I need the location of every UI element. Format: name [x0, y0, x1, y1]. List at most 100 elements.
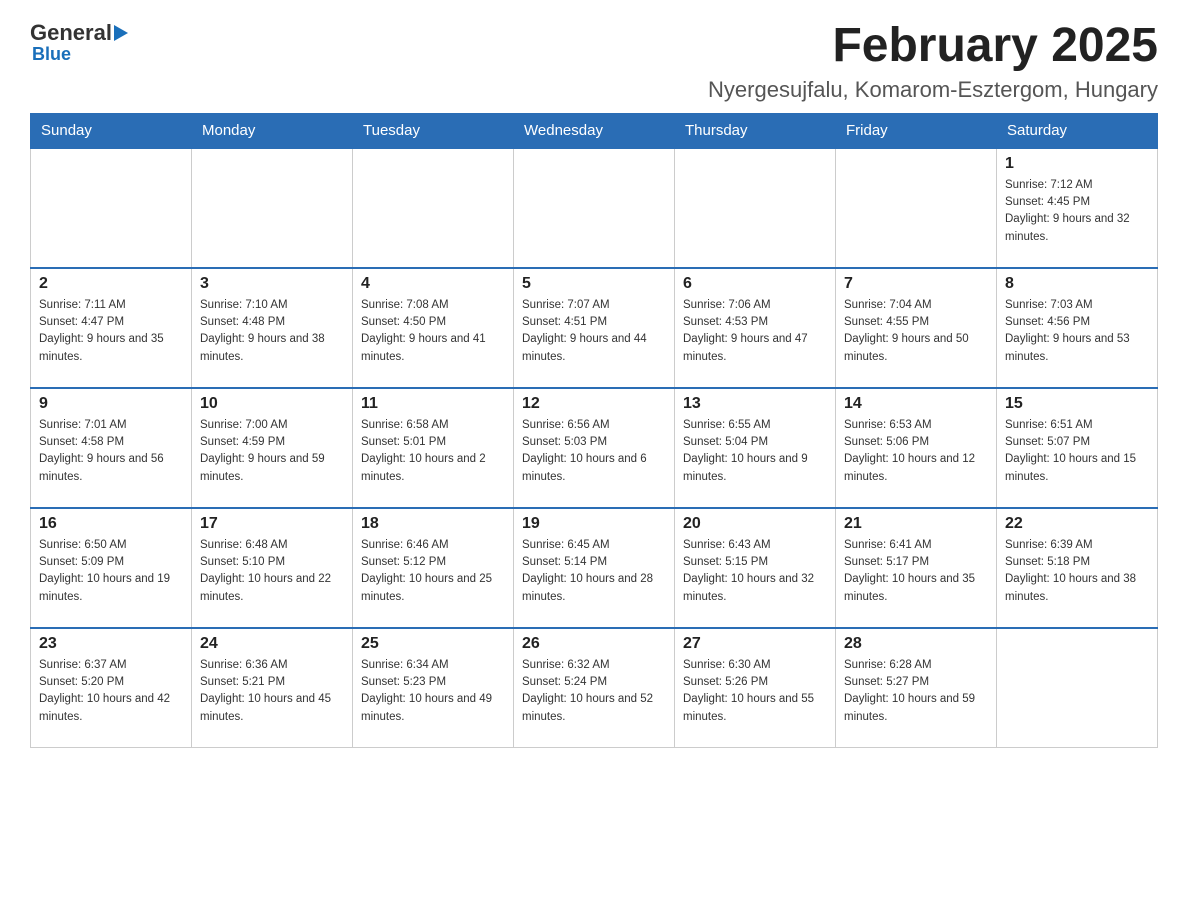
day-number: 18 — [361, 515, 505, 533]
day-info: Sunrise: 6:56 AMSunset: 5:03 PMDaylight:… — [522, 417, 666, 486]
day-info: Sunrise: 6:37 AMSunset: 5:20 PMDaylight:… — [39, 657, 183, 726]
calendar-week-4: 16 Sunrise: 6:50 AMSunset: 5:09 PMDayligh… — [31, 508, 1158, 628]
calendar-cell: 7Sunrise: 7:04 AMSunset: 4:55 PMDaylight… — [836, 268, 997, 388]
calendar-cell: 25 Sunrise: 6:34 AMSunset: 5:23 PMDayligh… — [353, 628, 514, 748]
calendar-cell: 26 Sunrise: 6:32 AMSunset: 5:24 PMDayligh… — [514, 628, 675, 748]
day-info: Sunrise: 7:08 AMSunset: 4:50 PMDaylight:… — [361, 297, 505, 366]
calendar-cell: 23 Sunrise: 6:37 AMSunset: 5:20 PMDayligh… — [31, 628, 192, 748]
logo-arrow-icon — [114, 20, 128, 46]
day-number: 28 — [844, 635, 988, 653]
day-number: 9 — [39, 395, 183, 413]
calendar-cell: 16 Sunrise: 6:50 AMSunset: 5:09 PMDayligh… — [31, 508, 192, 628]
day-number: 7 — [844, 275, 988, 293]
location-title: Nyergesujfalu, Komarom-Esztergom, Hungar… — [708, 77, 1158, 103]
day-info: Sunrise: 6:48 AMSunset: 5:10 PMDaylight:… — [200, 537, 344, 606]
calendar-cell: 13 Sunrise: 6:55 AMSunset: 5:04 PMDayligh… — [675, 388, 836, 508]
day-number: 6 — [683, 275, 827, 293]
day-number: 8 — [1005, 275, 1149, 293]
day-info: Sunrise: 7:03 AMSunset: 4:56 PMDaylight:… — [1005, 297, 1149, 366]
calendar-cell: 5Sunrise: 7:07 AMSunset: 4:51 PMDaylight… — [514, 268, 675, 388]
calendar-cell — [836, 148, 997, 268]
day-info: Sunrise: 6:55 AMSunset: 5:04 PMDaylight:… — [683, 417, 827, 486]
logo-general: General — [30, 20, 112, 46]
calendar-cell — [997, 628, 1158, 748]
calendar-cell: 27 Sunrise: 6:30 AMSunset: 5:26 PMDayligh… — [675, 628, 836, 748]
month-title: February 2025 — [708, 20, 1158, 73]
calendar-cell: 9 Sunrise: 7:01 AMSunset: 4:58 PMDaylight… — [31, 388, 192, 508]
calendar-cell: 21 Sunrise: 6:41 AMSunset: 5:17 PMDayligh… — [836, 508, 997, 628]
day-number: 12 — [522, 395, 666, 413]
day-info: Sunrise: 6:53 AMSunset: 5:06 PMDaylight:… — [844, 417, 988, 486]
calendar-cell: 4 Sunrise: 7:08 AMSunset: 4:50 PMDaylight… — [353, 268, 514, 388]
calendar-cell: 11 Sunrise: 6:58 AMSunset: 5:01 PMDayligh… — [353, 388, 514, 508]
calendar-cell: 20 Sunrise: 6:43 AMSunset: 5:15 PMDayligh… — [675, 508, 836, 628]
calendar-cell: 24 Sunrise: 6:36 AMSunset: 5:21 PMDayligh… — [192, 628, 353, 748]
day-info: Sunrise: 6:58 AMSunset: 5:01 PMDaylight:… — [361, 417, 505, 486]
day-number: 15 — [1005, 395, 1149, 413]
day-info: Sunrise: 7:10 AMSunset: 4:48 PMDaylight:… — [200, 297, 344, 366]
day-number: 5 — [522, 275, 666, 293]
day-number: 24 — [200, 635, 344, 653]
calendar-cell: 2Sunrise: 7:11 AMSunset: 4:47 PMDaylight… — [31, 268, 192, 388]
day-number: 10 — [200, 395, 344, 413]
day-number: 26 — [522, 635, 666, 653]
calendar-cell: 17 Sunrise: 6:48 AMSunset: 5:10 PMDayligh… — [192, 508, 353, 628]
logo-sub: Blue — [32, 44, 71, 65]
weekday-header-tuesday: Tuesday — [353, 113, 514, 148]
day-info: Sunrise: 6:32 AMSunset: 5:24 PMDaylight:… — [522, 657, 666, 726]
day-number: 1 — [1005, 155, 1149, 173]
weekday-header-saturday: Saturday — [997, 113, 1158, 148]
day-info: Sunrise: 6:41 AMSunset: 5:17 PMDaylight:… — [844, 537, 988, 606]
calendar-cell: 19 Sunrise: 6:45 AMSunset: 5:14 PMDayligh… — [514, 508, 675, 628]
day-info: Sunrise: 7:06 AMSunset: 4:53 PMDaylight:… — [683, 297, 827, 366]
day-info: Sunrise: 6:45 AMSunset: 5:14 PMDaylight:… — [522, 537, 666, 606]
calendar-week-5: 23 Sunrise: 6:37 AMSunset: 5:20 PMDayligh… — [31, 628, 1158, 748]
day-number: 20 — [683, 515, 827, 533]
title-area: February 2025 Nyergesujfalu, Komarom-Esz… — [708, 20, 1158, 103]
calendar-cell: 1 Sunrise: 7:12 AMSunset: 4:45 PMDaylight… — [997, 148, 1158, 268]
weekday-header-thursday: Thursday — [675, 113, 836, 148]
logo-text: General — [30, 20, 128, 46]
calendar-cell: 14 Sunrise: 6:53 AMSunset: 5:06 PMDayligh… — [836, 388, 997, 508]
day-info: Sunrise: 6:30 AMSunset: 5:26 PMDaylight:… — [683, 657, 827, 726]
day-info: Sunrise: 6:43 AMSunset: 5:15 PMDaylight:… — [683, 537, 827, 606]
page-header: General Blue February 2025 Nyergesujfalu… — [30, 20, 1158, 103]
day-number: 21 — [844, 515, 988, 533]
day-info: Sunrise: 6:46 AMSunset: 5:12 PMDaylight:… — [361, 537, 505, 606]
weekday-header-sunday: Sunday — [31, 113, 192, 148]
calendar-cell: 28 Sunrise: 6:28 AMSunset: 5:27 PMDayligh… — [836, 628, 997, 748]
day-info: Sunrise: 7:12 AMSunset: 4:45 PMDaylight:… — [1005, 177, 1149, 246]
day-info: Sunrise: 6:36 AMSunset: 5:21 PMDaylight:… — [200, 657, 344, 726]
day-number: 23 — [39, 635, 183, 653]
day-number: 2 — [39, 275, 183, 293]
day-number: 11 — [361, 395, 505, 413]
calendar-cell: 6 Sunrise: 7:06 AMSunset: 4:53 PMDaylight… — [675, 268, 836, 388]
day-number: 17 — [200, 515, 344, 533]
day-number: 16 — [39, 515, 183, 533]
logo: General Blue — [30, 20, 128, 65]
day-number: 27 — [683, 635, 827, 653]
calendar-cell: 12 Sunrise: 6:56 AMSunset: 5:03 PMDayligh… — [514, 388, 675, 508]
weekday-header-row: SundayMondayTuesdayWednesdayThursdayFrid… — [31, 113, 1158, 148]
calendar-cell — [353, 148, 514, 268]
day-number: 19 — [522, 515, 666, 533]
calendar-cell: 15 Sunrise: 6:51 AMSunset: 5:07 PMDayligh… — [997, 388, 1158, 508]
day-number: 22 — [1005, 515, 1149, 533]
calendar-cell — [514, 148, 675, 268]
day-number: 13 — [683, 395, 827, 413]
weekday-header-friday: Friday — [836, 113, 997, 148]
calendar-cell: 3Sunrise: 7:10 AMSunset: 4:48 PMDaylight… — [192, 268, 353, 388]
day-number: 14 — [844, 395, 988, 413]
day-info: Sunrise: 6:28 AMSunset: 5:27 PMDaylight:… — [844, 657, 988, 726]
day-info: Sunrise: 6:50 AMSunset: 5:09 PMDaylight:… — [39, 537, 183, 606]
day-info: Sunrise: 6:51 AMSunset: 5:07 PMDaylight:… — [1005, 417, 1149, 486]
day-info: Sunrise: 6:39 AMSunset: 5:18 PMDaylight:… — [1005, 537, 1149, 606]
day-number: 25 — [361, 635, 505, 653]
day-info: Sunrise: 7:01 AMSunset: 4:58 PMDaylight:… — [39, 417, 183, 486]
day-number: 4 — [361, 275, 505, 293]
weekday-header-wednesday: Wednesday — [514, 113, 675, 148]
day-info: Sunrise: 7:00 AMSunset: 4:59 PMDaylight:… — [200, 417, 344, 486]
calendar-cell: 18 Sunrise: 6:46 AMSunset: 5:12 PMDayligh… — [353, 508, 514, 628]
day-info: Sunrise: 6:34 AMSunset: 5:23 PMDaylight:… — [361, 657, 505, 726]
calendar-cell: 10 Sunrise: 7:00 AMSunset: 4:59 PMDayligh… — [192, 388, 353, 508]
